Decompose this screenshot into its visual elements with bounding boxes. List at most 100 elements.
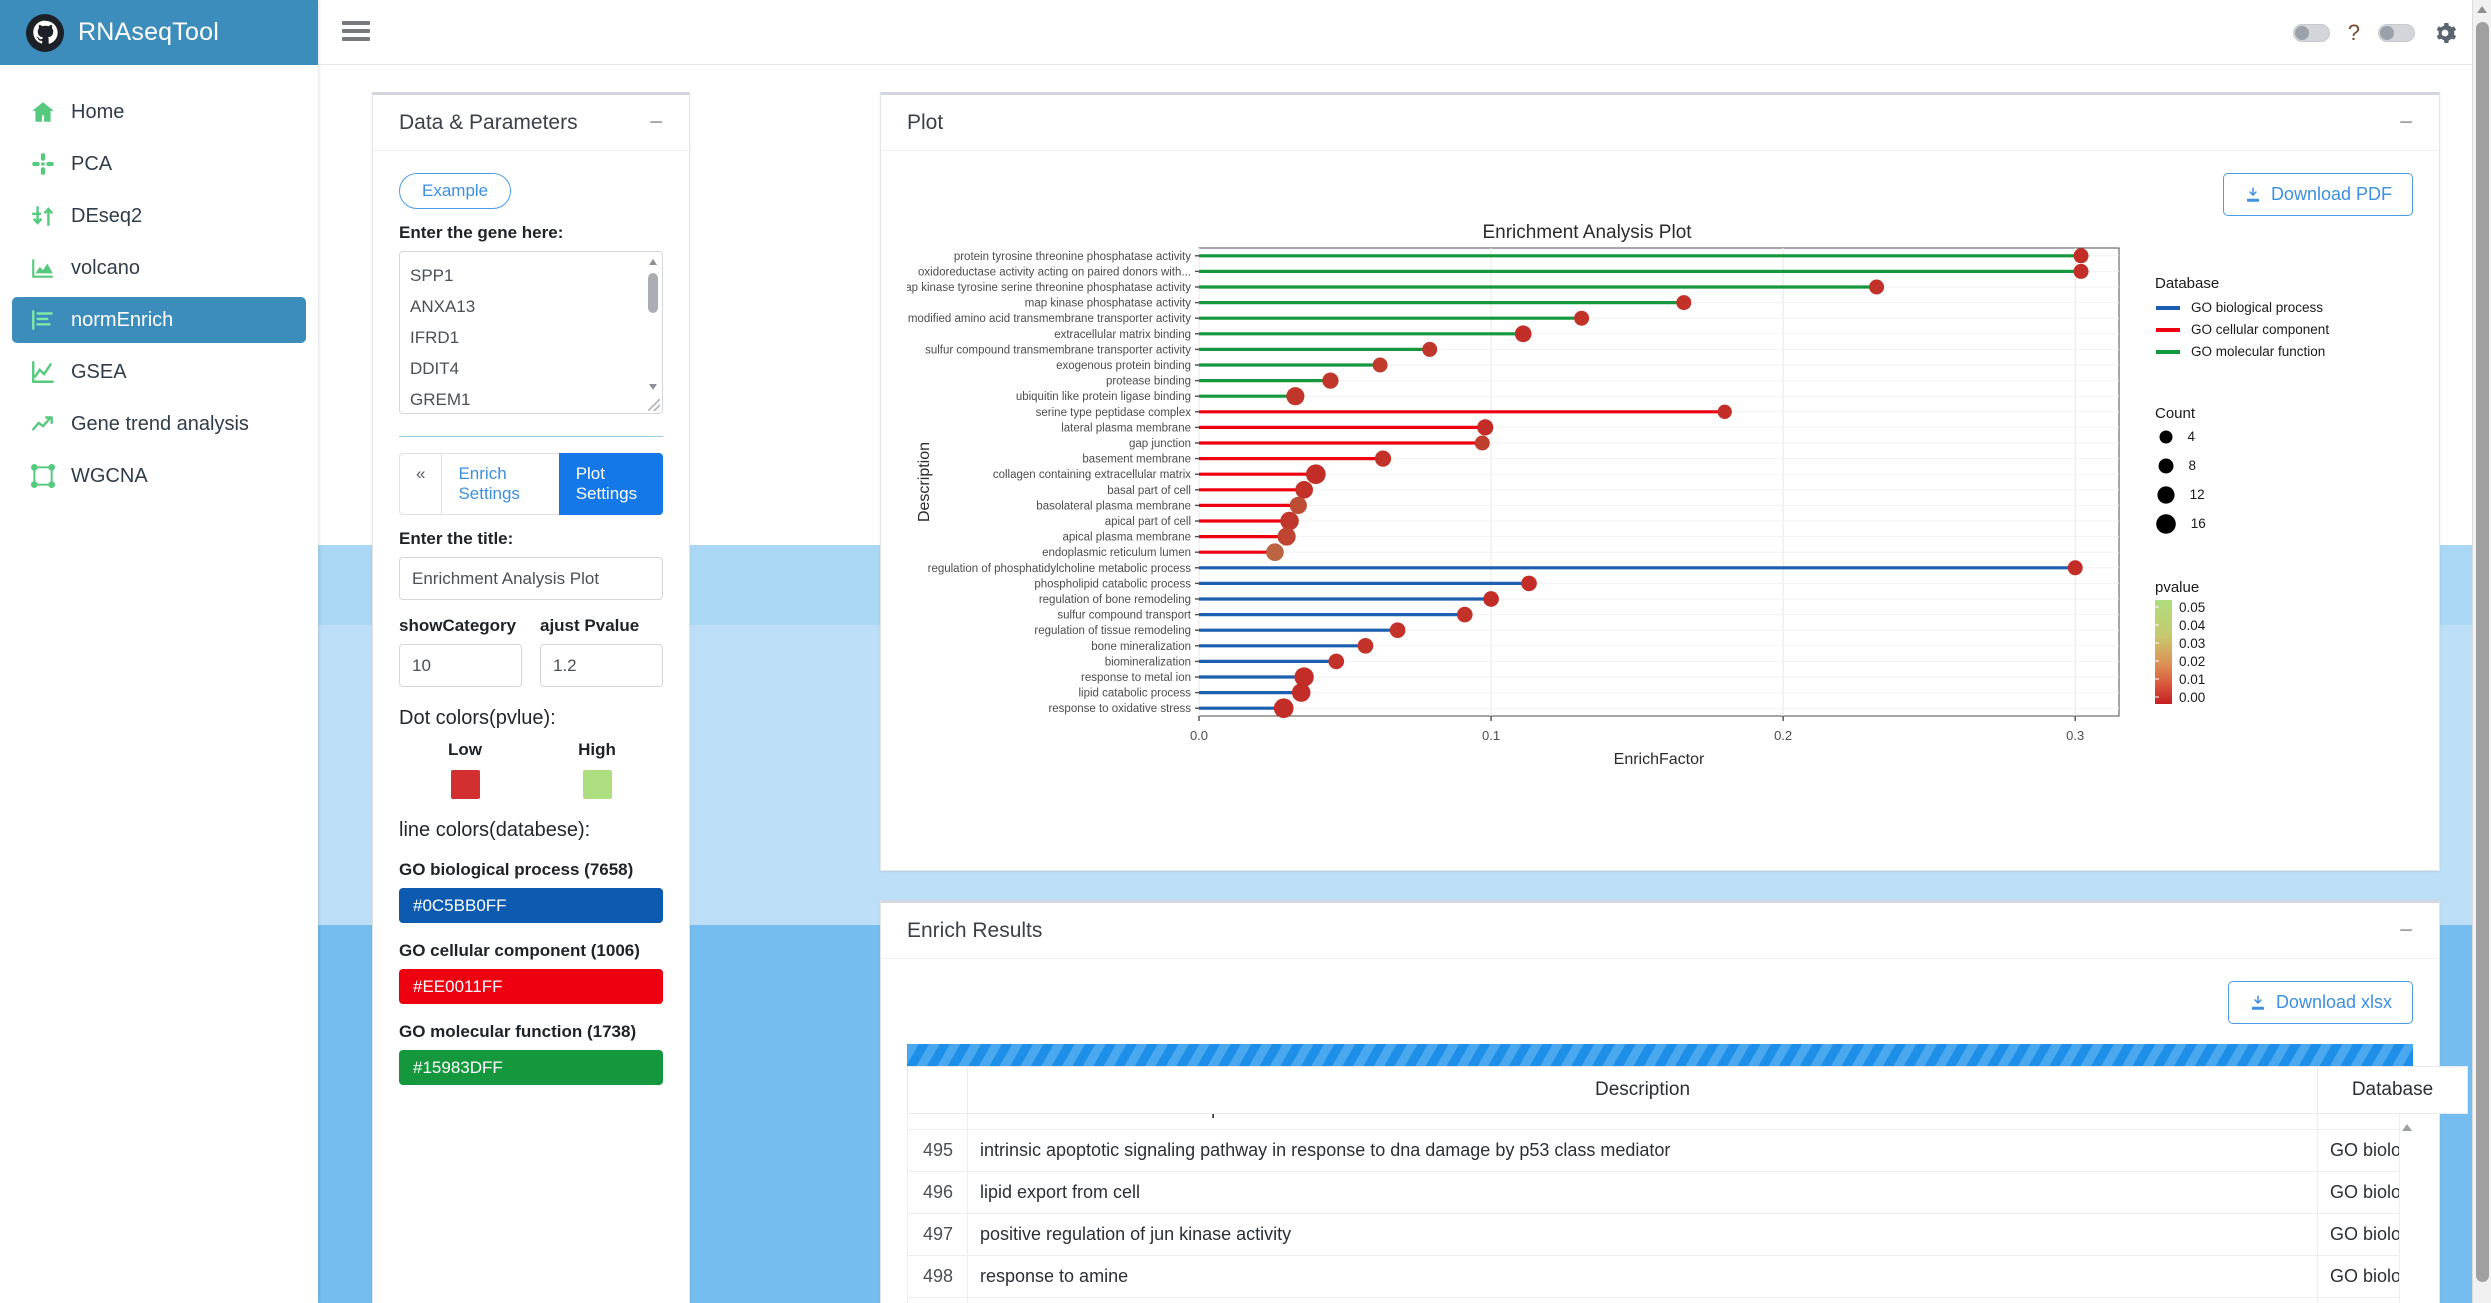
minus-icon[interactable]: − — [2399, 918, 2413, 943]
x-axis-tick-label: 0.0 — [1190, 728, 1208, 743]
table-row[interactable]: 499transforming growth factor beta produ… — [907, 1297, 2413, 1303]
sidebar-item-gsea[interactable]: GSEA — [12, 349, 306, 395]
trend-up-icon — [30, 411, 56, 437]
lollipop-dot — [1328, 653, 1345, 670]
results-table-header: Description Database — [907, 1066, 2468, 1114]
sidebar-item-label: DEseq2 — [71, 204, 143, 227]
showcategory-input[interactable] — [399, 644, 522, 687]
minus-icon[interactable]: − — [649, 110, 663, 135]
sidebar-item-pca[interactable]: PCA — [12, 141, 306, 187]
sidebar-item-gene-trend-analysis[interactable]: Gene trend analysis — [12, 401, 306, 447]
question-mark-icon[interactable]: ? — [2348, 21, 2360, 44]
tab-plot-settings[interactable]: Plot Settings — [558, 453, 663, 515]
sidebar-item-normenrich[interactable]: normEnrich — [12, 297, 306, 343]
table-row[interactable]: 498response to amineGO biological proces… — [907, 1255, 2413, 1298]
y-axis-tick-label: biomineralization — [1105, 656, 1191, 668]
brand-name: RNAseqTool — [78, 18, 219, 46]
legend-pvalue-tick: 0.02 — [2179, 654, 2205, 669]
results-toolbar: Download xlsx — [907, 981, 2413, 1024]
x-axis-title: EnrichFactor — [1614, 751, 1705, 768]
legend-count-dot — [2156, 514, 2176, 534]
results-table: 494fat soluble vitamin metabolic process… — [907, 1114, 2413, 1303]
sidebar-item-home[interactable]: Home — [12, 89, 306, 135]
download-xlsx-button[interactable]: Download xlsx — [2227, 981, 2413, 1024]
scroll-down-arrow-icon[interactable] — [649, 384, 657, 390]
legend-count-label: 8 — [2189, 458, 2197, 473]
sidebar-item-label: PCA — [71, 152, 113, 175]
x-axis-tick-label: 0.2 — [1774, 728, 1792, 743]
home-icon — [30, 99, 56, 125]
chart-legend: Database GO biological process GO cellular… — [2155, 275, 2329, 705]
y-axis-tick-label: phospholipid catabolic process — [1034, 578, 1191, 590]
brand-header[interactable]: RNAseqTool — [0, 0, 318, 65]
y-axis-tick-label: collagen containing extracellular matrix — [993, 469, 1191, 481]
scroll-up-arrow-icon[interactable] — [649, 259, 657, 265]
column-header-description[interactable]: Description — [967, 1066, 2318, 1114]
table-row[interactable]: 496lipid export from cellGO biological p… — [907, 1171, 2413, 1214]
table-row[interactable]: 497 positive regulation of jun kinase act… — [907, 1213, 2413, 1256]
hamburger-icon[interactable] — [342, 18, 370, 44]
page-scrollbar[interactable] — [2472, 0, 2491, 1303]
db-cc-color-input[interactable]: #EE0011FF — [399, 969, 663, 1004]
title-input-label: Enter the title: — [399, 529, 514, 548]
scrollbar-thumb[interactable] — [2476, 22, 2489, 1282]
title-input[interactable] — [399, 557, 663, 600]
download-icon — [2249, 994, 2267, 1012]
plot-card: Plot − Download PDF Enrichment Analysis … — [880, 92, 2440, 871]
minus-icon[interactable]: − — [2399, 110, 2413, 135]
y-axis-tick-label: apical plasma membrane — [1063, 532, 1191, 544]
legend-count-dot — [2159, 430, 2173, 444]
toggle-switch-1[interactable] — [2292, 23, 2330, 42]
y-axis-tick-label: response to metal ion — [1081, 672, 1191, 684]
sidebar-item-label: Home — [71, 100, 125, 123]
lollipop-dot — [1372, 357, 1388, 373]
table-row[interactable]: 494fat soluble vitamin metabolic process… — [907, 1114, 2413, 1130]
resize-grip-icon[interactable] — [648, 399, 660, 411]
toggle-switch-2[interactable] — [2378, 23, 2415, 42]
sidebar: RNAseqTool Home PCA DEseq2 volcano normE… — [0, 0, 318, 1303]
chart-plot-area: protein tyrosine threonine phosphatase a… — [896, 247, 2120, 768]
lollipop-dot — [1277, 527, 1296, 546]
scroll-up-arrow-icon[interactable] — [2402, 1124, 2412, 1131]
sidebar-item-deseq2[interactable]: DEseq2 — [12, 193, 306, 239]
lollipop-dot — [1389, 622, 1406, 639]
download-xlsx-label: Download xlsx — [2275, 992, 2392, 1012]
results-table-scroll-area[interactable]: 494fat soluble vitamin metabolic process… — [907, 1114, 2413, 1303]
legend-database-label: GO biological process — [2191, 300, 2323, 315]
db-mf-color-input[interactable]: #15983DFF — [399, 1050, 663, 1085]
dot-high-color-swatch[interactable] — [582, 770, 612, 799]
column-header-index[interactable] — [907, 1066, 968, 1114]
sidebar-item-wgcna[interactable]: WGCNA — [12, 453, 306, 499]
sidebar-nav: Home PCA DEseq2 volcano normEnrich GSEA … — [0, 65, 318, 499]
lollipop-dot — [1477, 419, 1494, 436]
dot-low-color-swatch[interactable] — [450, 770, 480, 799]
sidebar-item-label: normEnrich — [71, 308, 174, 331]
legend-pvalue-tick: 0.04 — [2179, 618, 2206, 633]
database-column-scrollbar[interactable] — [2399, 1114, 2413, 1303]
scroll-up-arrow-icon[interactable] — [2477, 6, 2487, 13]
example-button[interactable]: Example — [399, 173, 512, 209]
scrollbar-thumb[interactable] — [648, 273, 658, 313]
download-pdf-button[interactable]: Download PDF — [2222, 173, 2413, 216]
gene-textarea[interactable]: SPP1 ANXA13 IFRD1 DDIT4 GREM1 TXNIP ALDH… — [399, 251, 663, 414]
cell-description: intrinsic apoptotic signaling pathway in… — [967, 1129, 2318, 1172]
adjust-pvalue-input[interactable] — [540, 644, 663, 687]
gear-icon[interactable] — [2433, 21, 2457, 45]
legend-pvalue-tick: 0.03 — [2179, 636, 2205, 651]
dot-high-label: High — [578, 740, 616, 759]
cell-description: lipid export from cell — [967, 1171, 2318, 1214]
lollipop-dot — [1474, 435, 1490, 451]
bar-list-icon — [30, 307, 56, 333]
tab-prev[interactable]: « — [399, 453, 443, 515]
db-bp-color-input[interactable]: #0C5BB0FF — [399, 888, 663, 923]
tab-enrich-settings[interactable]: Enrich Settings — [441, 453, 560, 515]
y-axis-tick-label: bone mineralization — [1091, 641, 1191, 653]
table-loading-bar — [907, 1044, 2413, 1066]
table-row[interactable]: 495 intrinsic apoptotic signaling pathway… — [907, 1129, 2413, 1172]
gene-textarea-scrollbar[interactable] — [646, 253, 661, 412]
download-pdf-label: Download PDF — [2270, 184, 2392, 204]
data-parameters-card: Data & Parameters − Example Enter the ge… — [372, 92, 690, 1303]
line-colors-label: line colors(databese): — [399, 819, 591, 841]
column-header-database[interactable]: Database — [2317, 1066, 2468, 1114]
sidebar-item-volcano[interactable]: volcano — [12, 245, 306, 291]
